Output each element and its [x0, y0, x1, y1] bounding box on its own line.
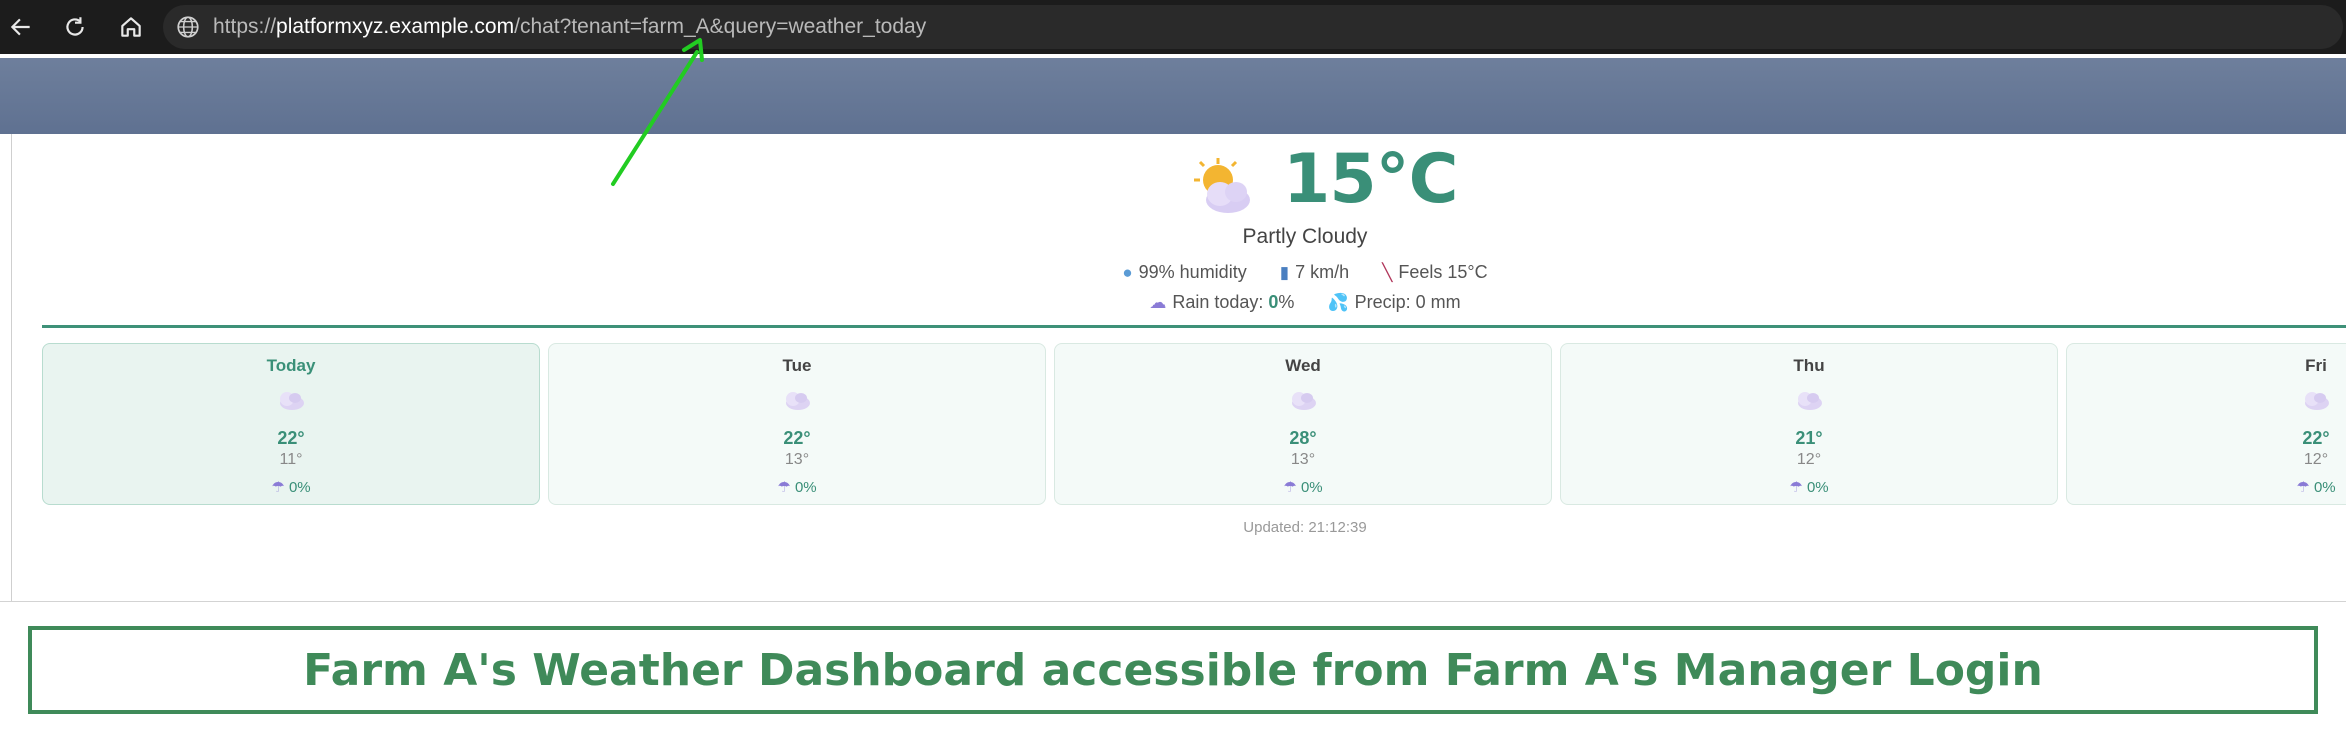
divider — [42, 325, 2346, 328]
rain-label: Rain today: — [1172, 292, 1269, 312]
rain-value: 0 — [1268, 292, 1279, 312]
forecast-rain: ☂ 0% — [1561, 478, 2057, 496]
forecast-day: Today — [266, 356, 316, 375]
wind-icon: ▮ — [1279, 263, 1290, 282]
forecast-day: Wed — [1285, 356, 1321, 375]
current-temperature: 15°C — [1283, 140, 1459, 219]
cloudy-icon — [280, 392, 304, 410]
rain-stat: ☁ Rain today: 0% — [1149, 292, 1294, 313]
forecast-rain: ☂ 0% — [2067, 478, 2346, 496]
globe-icon — [177, 16, 199, 38]
humidity-stat: ● 99% humidity — [1122, 262, 1246, 283]
rain-cloud-icon: ☁ — [1149, 293, 1167, 312]
feels-stat: ╲ Feels 15°C — [1382, 262, 1488, 283]
forecast-low: 12° — [1796, 451, 1822, 468]
splash-icon: 💦 — [1327, 293, 1349, 312]
caption-banner: Farm A's Weather Dashboard accessible fr… — [28, 626, 2318, 714]
updated-timestamp: Updated: 21:12:39 — [1243, 519, 1367, 536]
forecast-low: 12° — [2303, 451, 2329, 468]
forecast-rain-value: 0% — [2313, 479, 2336, 496]
forecast-high: 21° — [1795, 428, 1823, 448]
forecast-card-fri[interactable]: Fri 22° 12° ☂ 0% — [2066, 343, 2346, 505]
forecast-low: 13° — [784, 451, 810, 468]
cloudy-icon — [1292, 392, 1316, 410]
rain-cloud-icon: ☂ — [2296, 479, 2310, 496]
forecast-low: 11° — [279, 451, 303, 468]
content-bottom-border — [0, 601, 2346, 602]
cloudy-icon — [786, 392, 810, 410]
url-text: https://platformxyz.example.com/chat?ten… — [213, 15, 926, 39]
rain-cloud-icon: ☂ — [1283, 479, 1297, 496]
forecast-day: Fri — [2305, 356, 2327, 375]
feels-value: Feels 15°C — [1398, 262, 1488, 282]
back-button[interactable] — [4, 10, 38, 44]
forecast-rain: ☂ 0% — [1055, 478, 1551, 496]
rain-cloud-icon: ☂ — [1789, 479, 1803, 496]
forecast-high: 22° — [277, 428, 305, 448]
forecast-card-tue[interactable]: Tue 22° 13° ☂ 0% — [548, 343, 1046, 505]
current-condition: Partly Cloudy — [1242, 225, 1368, 248]
forecast-card-wed[interactable]: Wed 28° 13° ☂ 0% — [1054, 343, 1552, 505]
thermometer-icon: ╲ — [1382, 263, 1393, 282]
reload-icon — [66, 17, 84, 36]
precip-stat: 💦 Precip: 0 mm — [1327, 292, 1460, 313]
forecast-rain: ☂ 0% — [43, 478, 539, 496]
precip-value: Precip: 0 mm — [1354, 292, 1461, 312]
cloudy-icon — [1798, 392, 1822, 410]
forecast-low: 13° — [1290, 451, 1316, 468]
forecast-high: 22° — [2302, 428, 2330, 448]
browser-toolbar: https://platformxyz.example.com/chat?ten… — [0, 0, 2346, 54]
cloudy-icon — [2305, 392, 2329, 410]
forecast-high: 28° — [1289, 428, 1317, 448]
rain-unit: % — [1278, 292, 1295, 312]
back-arrow-icon — [10, 18, 30, 36]
rain-cloud-icon: ☂ — [777, 479, 791, 496]
wind-stat: ▮ 7 km/h — [1280, 262, 1349, 283]
forecast-rain: ☂ 0% — [549, 478, 1045, 496]
water-drop-icon: ● — [1122, 263, 1133, 282]
partly-cloudy-icon — [1194, 158, 1250, 213]
home-button[interactable] — [114, 10, 148, 44]
address-bar[interactable]: https://platformxyz.example.com/chat?ten… — [163, 5, 2343, 49]
humidity-value: 99% humidity — [1138, 262, 1247, 282]
forecast-card-thu[interactable]: Thu 21° 12° ☂ 0% — [1560, 343, 2058, 505]
forecast-card-today[interactable]: Today 22° 11° ☂ 0% — [42, 343, 540, 505]
forecast-rain-value: 0% — [794, 479, 817, 496]
rain-cloud-icon: ☂ — [271, 479, 285, 496]
wind-value: 7 km/h — [1295, 262, 1350, 282]
home-icon — [121, 17, 141, 37]
url-path: /chat?tenant=farm_A&query=weather_today — [514, 15, 927, 38]
app-header-band — [0, 58, 2346, 134]
forecast-rain-value: 0% — [1806, 479, 1829, 496]
url-host: platformxyz.example.com — [276, 15, 515, 38]
current-stats-row-2: ☁ Rain today: 0% 💦 Precip: 0 mm — [1050, 292, 1560, 313]
reload-button[interactable] — [58, 10, 92, 44]
forecast-rain-value: 0% — [288, 479, 311, 496]
current-stats-row-1: ● 99% humidity ▮ 7 km/h ╲ Feels 15°C — [1050, 262, 1560, 283]
url-scheme: https:// — [213, 15, 277, 38]
forecast-rain-value: 0% — [1300, 479, 1323, 496]
forecast-day: Tue — [782, 356, 812, 375]
forecast-day: Thu — [1793, 356, 1825, 375]
caption-text: Farm A's Weather Dashboard accessible fr… — [303, 644, 2043, 696]
forecast-high: 22° — [783, 428, 811, 448]
